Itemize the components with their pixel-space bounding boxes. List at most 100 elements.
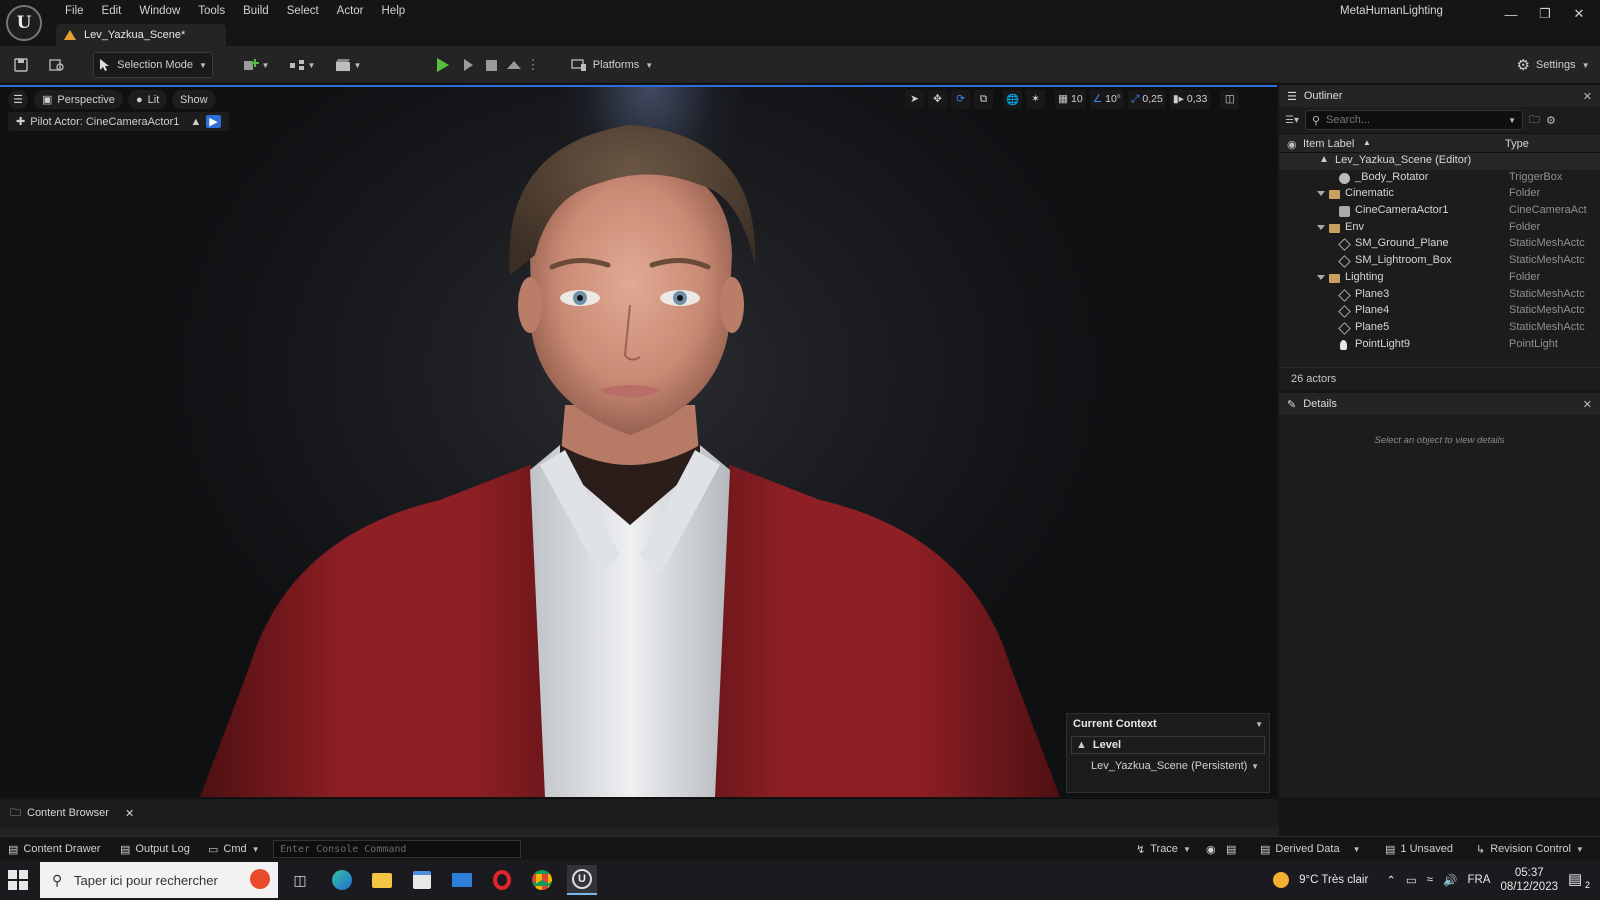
lit-button[interactable]: ● Lit — [128, 90, 168, 109]
weather-text[interactable]: 9°C Très clair — [1299, 874, 1368, 886]
level-document-tab[interactable]: Lev_Yazkua_Scene* — [56, 24, 226, 46]
mail-icon[interactable] — [447, 865, 477, 895]
close-icon[interactable]: ✕ — [125, 807, 134, 820]
minimize-icon[interactable]: — — [1494, 0, 1528, 28]
scale-snap-button[interactable]: ⤢ 0,25 — [1128, 89, 1166, 109]
cmd-dropdown[interactable]: ▭ Cmd ▼ — [208, 840, 260, 858]
outliner-row[interactable]: Plane3 StaticMeshActc — [1279, 287, 1600, 304]
expand-triangle-icon[interactable] — [1317, 274, 1325, 280]
chrome-browser-icon[interactable] — [527, 865, 557, 895]
outliner-row[interactable]: Lighting Folder — [1279, 270, 1600, 287]
scale-tool-icon[interactable]: ⧉ — [974, 89, 993, 109]
content-browser-tab[interactable]: 🗀 Content Browser ✕ — [4, 803, 140, 823]
content-drawer-button[interactable]: ▤ Content Drawer — [8, 840, 100, 858]
browse-icon[interactable] — [46, 52, 68, 78]
play-icon[interactable] — [432, 52, 454, 78]
step-icon[interactable] — [457, 52, 479, 78]
grid-snap-button[interactable]: ▦ 10 — [1055, 89, 1086, 109]
menu-actor[interactable]: Actor — [328, 2, 373, 20]
close-icon[interactable]: ✕ — [1583, 398, 1592, 411]
surface-snap-icon[interactable]: ✶ — [1026, 89, 1046, 109]
outliner-row-level[interactable]: ▲ Lev_Yazkua_Scene (Editor) — [1279, 153, 1600, 170]
opera-browser-icon[interactable] — [487, 865, 517, 895]
wifi-icon[interactable]: ≈ — [1427, 874, 1433, 886]
trace-dropdown[interactable]: ↯ Trace ▼ — [1136, 840, 1191, 858]
gear-icon[interactable]: ⚙ — [1546, 114, 1556, 127]
viewport-layout-icon[interactable]: ◫ — [1220, 89, 1240, 109]
network-icon[interactable]: ▭ — [1406, 873, 1417, 887]
cinematics-button[interactable]: ▼ — [332, 52, 364, 78]
perspective-button[interactable]: ▣ Perspective — [34, 90, 123, 109]
world-space-icon[interactable]: 🌐 — [1003, 89, 1023, 109]
col-item-label[interactable]: Item Label — [1303, 138, 1354, 150]
camera-speed-button[interactable]: ▮▸ 0,33 — [1169, 89, 1211, 109]
menu-select[interactable]: Select — [278, 2, 328, 20]
screenshot-icon[interactable]: ▤ — [1226, 840, 1236, 858]
rotation-snap-button[interactable]: ∠ 10° — [1089, 89, 1124, 109]
settings-dropdown[interactable]: ⚙ Settings ▼ — [1510, 52, 1596, 78]
rotate-tool-icon[interactable]: ⟳ — [951, 89, 970, 109]
outliner-row[interactable]: _Body_Rotator TriggerBox — [1279, 170, 1600, 187]
task-view-icon[interactable]: ◫ — [285, 865, 315, 895]
add-folder-icon[interactable]: 🗀 — [1529, 111, 1540, 130]
volume-icon[interactable]: 🔊 — [1443, 873, 1457, 887]
selection-mode-dropdown[interactable]: Selection Mode ▼ — [93, 52, 213, 78]
col-type[interactable]: Type — [1505, 138, 1529, 150]
output-log-button[interactable]: ▤ Output Log — [120, 840, 190, 858]
restore-icon[interactable]: ❐ — [1528, 0, 1562, 28]
chevron-up-icon[interactable]: ⌃ — [1386, 873, 1396, 887]
outliner-row[interactable]: Plane5 StaticMeshActc — [1279, 320, 1600, 337]
context-level-dropdown[interactable]: Lev_Yazkua_Scene (Persistent) ▼ — [1067, 756, 1269, 776]
play-options-icon[interactable]: ⋮ — [526, 52, 540, 78]
record-icon[interactable]: ◉ — [1206, 840, 1216, 858]
menu-edit[interactable]: Edit — [93, 2, 131, 20]
eject-pilot-icon[interactable]: ▲ — [190, 116, 201, 128]
level-viewport[interactable]: ☰ ▣ Perspective ● Lit Show ✚ Pilot Actor… — [0, 85, 1277, 797]
menu-window[interactable]: Window — [130, 2, 189, 20]
outliner-tab[interactable]: ☰ Outliner ✕ — [1279, 85, 1600, 107]
menu-file[interactable]: File — [56, 2, 93, 20]
stop-icon[interactable] — [480, 52, 502, 78]
save-icon[interactable] — [10, 52, 32, 78]
file-explorer-icon[interactable] — [367, 865, 397, 895]
outliner-row[interactable]: SM_Ground_Plane StaticMeshActc — [1279, 236, 1600, 253]
show-button[interactable]: Show — [172, 90, 216, 109]
unreal-logo-icon[interactable]: U — [6, 5, 42, 41]
menu-build[interactable]: Build — [234, 2, 278, 20]
notification-center[interactable]: ▤ 2 — [1568, 870, 1590, 890]
outliner-row[interactable]: Env Folder — [1279, 220, 1600, 237]
translate-tool-icon[interactable]: ✥ — [928, 89, 947, 109]
outliner-row[interactable]: PointLight9 PointLight — [1279, 337, 1600, 354]
viewport-menu-icon[interactable]: ☰ — [8, 90, 28, 109]
derived-data-dropdown[interactable]: ▤ Derived Data ▼ — [1260, 840, 1361, 858]
outliner-row[interactable]: CineCameraActor1 CineCameraAct — [1279, 203, 1600, 220]
select-tool-icon[interactable]: ➤ — [905, 89, 924, 109]
platforms-dropdown[interactable]: Platforms ▼ — [568, 52, 656, 78]
outliner-row[interactable]: SM_Lightroom_Box StaticMeshActc — [1279, 253, 1600, 270]
blueprint-button[interactable]: ▼ — [286, 52, 318, 78]
menu-help[interactable]: Help — [373, 2, 415, 20]
console-command-input[interactable]: Enter Console Command — [273, 840, 521, 858]
menu-tools[interactable]: Tools — [189, 2, 234, 20]
clock[interactable]: 05:37 08/12/2023 — [1500, 866, 1558, 894]
current-context-header[interactable]: Current Context ▼ — [1067, 714, 1269, 734]
unsaved-button[interactable]: ▤ 1 Unsaved — [1385, 840, 1453, 858]
camera-view-icon[interactable]: ▶ — [206, 115, 221, 128]
outliner-row[interactable]: Cinematic Folder — [1279, 186, 1600, 203]
expand-triangle-icon[interactable] — [1317, 224, 1325, 230]
close-icon[interactable]: ✕ — [1583, 90, 1592, 103]
details-tab[interactable]: ✎ Details ✕ — [1279, 393, 1600, 415]
visibility-eye-icon[interactable]: ◉ — [1287, 138, 1297, 151]
taskbar-search-box[interactable]: ⚲ Taper ici pour rechercher — [40, 862, 278, 898]
close-icon[interactable]: ✕ — [1562, 0, 1596, 28]
unreal-editor-taskbar-icon[interactable]: U — [567, 865, 597, 895]
microsoft-store-icon[interactable] — [407, 865, 437, 895]
edge-browser-icon[interactable] — [327, 865, 357, 895]
eject-icon[interactable] — [503, 52, 525, 78]
revision-control-dropdown[interactable]: ↳ Revision Control ▼ — [1476, 840, 1584, 858]
filter-icon[interactable]: ☰▾ — [1285, 115, 1299, 126]
expand-triangle-icon[interactable] — [1317, 191, 1325, 197]
outliner-search-input[interactable]: ⚲ Search... ▼ — [1304, 110, 1523, 130]
language-indicator[interactable]: FRA — [1467, 874, 1490, 886]
add-actor-button[interactable]: ▼ — [240, 52, 272, 78]
